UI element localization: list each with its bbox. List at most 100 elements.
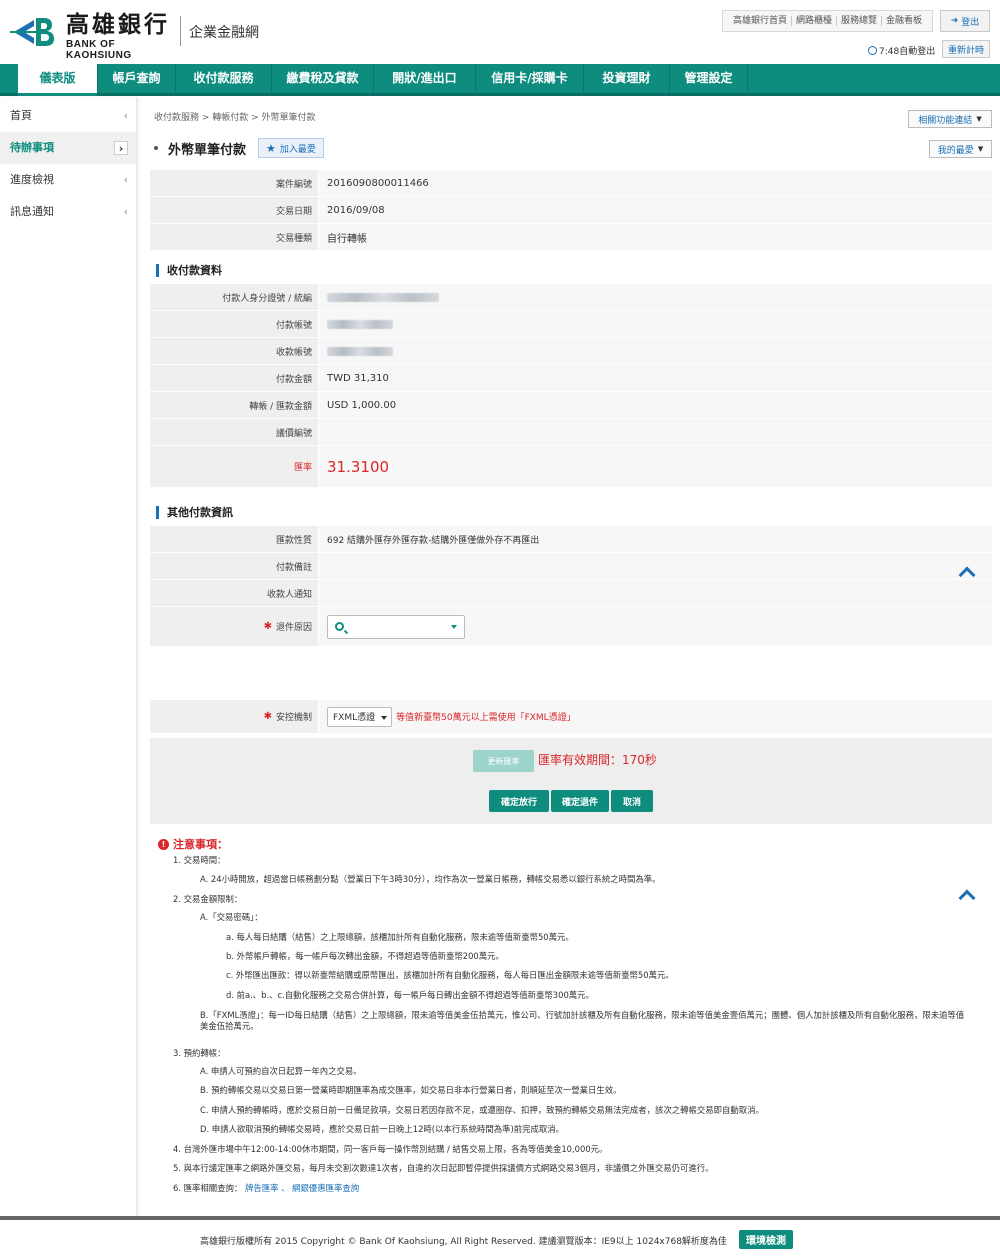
scroll-up-icon[interactable] [958, 566, 976, 578]
transaction-date-row: 交易日期 2016/09/08 [150, 197, 992, 224]
logout-icon: ➜ [950, 16, 959, 26]
star-icon: ★ [266, 141, 276, 155]
payee-notify-row: 收款人通知 [150, 580, 992, 607]
security-cell: FXML憑證 等值新臺幣50萬元以上需使用「FXML憑證」 [318, 700, 992, 733]
transaction-type-value: 自行轉帳 [318, 224, 992, 250]
logout-button[interactable]: ➜ 登出 [940, 10, 990, 32]
nav-account-inquiry[interactable]: 帳戶查詢 [98, 64, 176, 93]
return-reason-select[interactable] [327, 614, 465, 639]
security-mechanism-select[interactable]: FXML憑證 [327, 706, 393, 727]
blurred-value [327, 292, 439, 302]
top-link-home[interactable]: 高雄銀行首頁 [729, 16, 793, 26]
search-icon [335, 621, 344, 631]
page-title: 外幣單筆付款 [168, 142, 247, 158]
payer-id-row: 付款人身分證號 / 統編 [150, 284, 992, 311]
sidebar-item-todo[interactable]: 待辦事項 › [0, 132, 136, 164]
exchange-rate-row: 匯率 31.3100 [150, 446, 992, 488]
notice-line: d. 前a.、b.、c.自動化服務之交易合併計算，每一帳戶每日轉出金額不得超過等… [226, 990, 594, 1000]
sidebar-item-messages[interactable]: 訊息通知 ‹ [0, 196, 136, 228]
field-label: 付款帳號 [150, 311, 318, 337]
remittance-nature-row: 匯款性質 692 結購外匯存外匯存款-結購外匯僅做外存不再匯出 [150, 526, 992, 553]
notice-line: B. 預約轉帳交易以交易日第一營業時即期匯率為成交匯率，如交易日非本行營業日者，… [200, 1085, 622, 1095]
notice-line: a. 每人每日結購（結售）之上限總額，該櫃加計所有自動化服務，限未逾等值新臺幣5… [226, 932, 574, 942]
nav-investment[interactable]: 投資理財 [584, 64, 670, 93]
sidebar-item-home[interactable]: 首頁 ‹ [0, 100, 136, 132]
notice-title: ! 注意事項： [158, 836, 978, 852]
payee-account-value [318, 338, 992, 364]
sidebar-item-label: 訊息通知 [10, 205, 54, 218]
logout-label: 登出 [961, 17, 980, 28]
notice-line: D. 申請人欲取消預約轉帳交易時，應於交易日前一日晚上12時(以本行系統時間為準… [200, 1124, 564, 1134]
site-name: 企業金融網 [189, 25, 259, 41]
notice-line: A. 24小時開放，超過當日帳務劃分點（營業日下午3時30分），均作為次一營業日… [200, 874, 661, 884]
add-favorite-button[interactable]: ★ 加入最愛 [258, 138, 324, 158]
sidebar-item-label: 首頁 [10, 109, 32, 122]
field-label: 案件編號 [150, 170, 318, 196]
section-title-other: 其他付款資訊 [156, 504, 233, 520]
top-link-board[interactable]: 金融看板 [882, 16, 926, 26]
payer-id-value [318, 284, 992, 310]
remittance-nature-value: 692 結購外匯存外匯存款-結購外匯僅做外存不再匯出 [318, 526, 992, 552]
security-row: ✱ 安控機制 FXML憑證 等值新臺幣50萬元以上需使用「FXML憑證」 [150, 700, 992, 734]
notice-line: 5. 與本行議定匯率之網路外匯交易，每月未交割次數達1次者，自違約次日起即暫停提… [173, 1163, 714, 1173]
online-discount-rate-link[interactable]: 網銀優惠匯率查詢 [292, 1183, 359, 1193]
required-star-icon: ✱ [263, 711, 272, 722]
environment-check-button[interactable]: 環境檢測 [739, 1230, 793, 1249]
case-number-value: 2016090800011466 [318, 170, 992, 196]
sidebar-item-progress[interactable]: 進度檢視 ‹ [0, 164, 136, 196]
field-label: 交易日期 [150, 197, 318, 223]
page-title-row: 外幣單筆付款 ★ 加入最愛 [154, 138, 324, 158]
nav-settings[interactable]: 管理設定 [670, 64, 748, 93]
add-favorite-label: 加入最愛 [279, 144, 316, 155]
approve-button[interactable]: 確定放行 [489, 790, 549, 812]
field-label: 收款人通知 [150, 580, 318, 606]
notice-line-text: 6. 匯率相關查詢： [173, 1183, 243, 1193]
field-label: ✱ 退件原因 [150, 607, 318, 646]
payment-amount-row: 付款金額 TWD 31,310 [150, 365, 992, 392]
chevron-right-icon: › [114, 141, 128, 155]
refresh-rate-button[interactable]: 更新匯率 [473, 750, 534, 772]
notice-title-text: 注意事項： [173, 838, 228, 851]
quote-number-value [318, 419, 992, 445]
notice-line: A.「交易密碼」： [200, 912, 263, 922]
nav-dashboard[interactable]: 儀表版 [18, 64, 98, 96]
payee-account-row: 收款帳號 [150, 338, 992, 365]
return-reason-cell [318, 607, 992, 646]
timer-text: 7:48自動登出 [879, 47, 936, 57]
case-number-row: 案件編號 2016090800011466 [150, 170, 992, 197]
footer: 高雄銀行版權所有 2015 Copyright © Bank Of Kaohsi… [0, 1216, 1000, 1258]
field-label: 付款備註 [150, 553, 318, 579]
scroll-up-icon[interactable] [958, 889, 976, 901]
nav-import-export[interactable]: 開狀/進出口 [374, 64, 476, 93]
related-functions-label: 相關功能連結 [918, 115, 973, 126]
top-link-counter[interactable]: 網路櫃檯 [792, 16, 838, 26]
section-title-text: 收付款資料 [167, 264, 222, 277]
related-functions-button[interactable]: 相關功能連結 ▼ [908, 110, 992, 128]
exclamation-icon: ! [158, 838, 169, 850]
payer-account-value [318, 311, 992, 337]
field-label: 付款人身分證號 / 統編 [150, 284, 318, 310]
logo-divider [180, 16, 181, 46]
reset-timer-button[interactable]: 重新計時 [942, 40, 990, 58]
nav-tax-loan[interactable]: 繳費稅及貸款 [272, 64, 374, 93]
nav-credit-card[interactable]: 信用卡/採購卡 [476, 64, 584, 93]
reject-button[interactable]: 確定退件 [551, 790, 609, 812]
board-rate-link[interactable]: 牌告匯率 [245, 1183, 279, 1193]
my-favorites-label: 我的最愛 [937, 145, 974, 156]
field-label: 付款金額 [150, 365, 318, 391]
security-label: 安控機制 [275, 713, 312, 723]
notice-line-rate-links: 6. 匯率相關查詢： 牌告匯率 、 網銀優惠匯率查詢 [173, 1183, 360, 1193]
nav-payment-services[interactable]: 收付款服務 [176, 64, 272, 93]
payment-amount-value: TWD 31,310 [318, 365, 992, 391]
top-link-services[interactable]: 服務總覽 [837, 16, 883, 26]
chevron-left-icon: ‹ [123, 205, 128, 218]
sidebar: 首頁 ‹ 待辦事項 › 進度檢視 ‹ 訊息通知 ‹ [0, 98, 137, 1216]
bank-logo[interactable]: 高雄銀行 BANK OF KAOHSIUNG [10, 12, 180, 61]
sidebar-item-label: 待辦事項 [10, 141, 54, 154]
title-bullet-icon [154, 146, 158, 150]
required-star-icon: ✱ [263, 621, 272, 632]
my-favorites-button[interactable]: 我的最愛 ▼ [929, 140, 992, 158]
notice-line: c. 外幣匯出匯款：得以新臺幣結購或原幣匯出，該櫃加計所有自動化服務，每人每日匯… [226, 970, 674, 980]
main-nav: 儀表版 帳戶查詢 收付款服務 繳費稅及貸款 開狀/進出口 信用卡/採購卡 投資理… [0, 64, 1000, 96]
cancel-button[interactable]: 取消 [611, 790, 653, 812]
